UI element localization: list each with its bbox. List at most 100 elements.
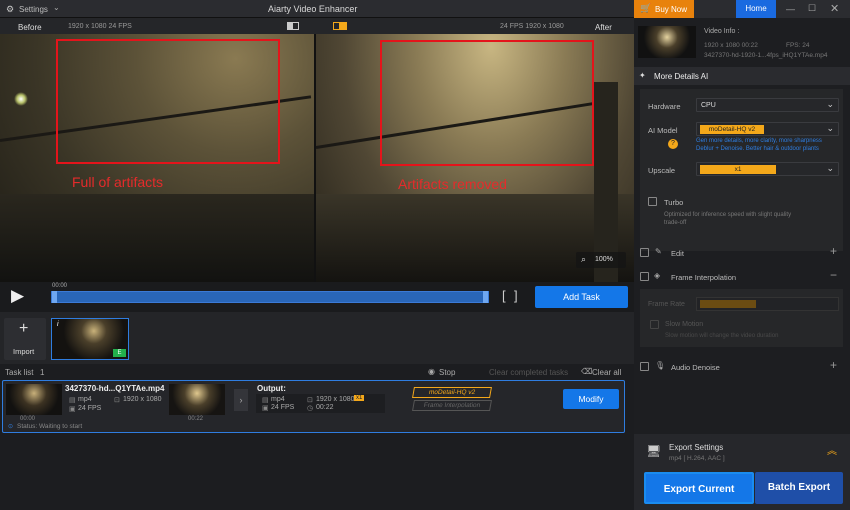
export-format: mp4 [ H.264, AAC ] xyxy=(669,455,725,462)
fps-icon: ▣ xyxy=(262,405,269,412)
output-duration: 00:22 xyxy=(316,404,334,411)
task-status: Status: Waiting to start xyxy=(17,423,83,430)
export-settings-icon[interactable]: 🖥 xyxy=(646,444,661,458)
audio-denoise-expand-icon[interactable]: + xyxy=(830,358,837,372)
ground xyxy=(0,194,314,282)
annotation-before: Full of artifacts xyxy=(72,174,164,190)
frame-interp-section: Frame Rate Slow Motion Slow motion will … xyxy=(640,289,843,347)
maximize-icon[interactable]: ☐ xyxy=(808,3,816,14)
chevron-down-icon[interactable]: ⌄ xyxy=(53,3,60,12)
gear-icon[interactable]: ⚙ xyxy=(6,4,14,15)
play-icon[interactable]: ▶ xyxy=(11,286,24,306)
before-info: 1920 x 1080 24 FPS xyxy=(68,23,132,30)
input-resolution: 1920 x 1080 xyxy=(123,396,162,403)
hardware-label: Hardware xyxy=(648,102,681,111)
edit-label: Edit xyxy=(671,249,684,258)
turbo-description: Optimized for inference speed with sligh… xyxy=(664,212,792,226)
frame-rate-select[interactable] xyxy=(696,297,839,311)
media-strip: + Import i E xyxy=(0,312,634,364)
buy-now-label: Buy Now xyxy=(655,5,688,14)
input-fps: 24 FPS xyxy=(78,405,102,412)
video-preview[interactable]: Full of artifacts Artifacts removed ⌕ 10… xyxy=(0,34,634,282)
trim-end-handle[interactable] xyxy=(483,291,488,303)
audio-denoise-checkbox[interactable] xyxy=(640,362,649,371)
settings-menu[interactable]: Settings xyxy=(19,5,48,14)
annotation-box-before xyxy=(56,39,280,164)
info-icon[interactable]: i xyxy=(57,321,59,328)
frame-interp-chip: Frame Interpolation xyxy=(412,400,492,411)
more-details-header[interactable]: ✦ More Details AI xyxy=(634,67,850,85)
minimize-icon[interactable]: — xyxy=(786,4,795,14)
status-icon: ⊙ xyxy=(8,424,14,430)
model-chip: moDetail-HQ v2 xyxy=(412,387,492,398)
chevron-down-icon: ⌄ xyxy=(826,123,834,133)
split-view-icon[interactable] xyxy=(287,22,299,30)
upscale-select[interactable]: x1 ⌄ xyxy=(696,162,839,176)
annotation-after: Artifacts removed xyxy=(398,176,507,192)
top-right-bar: 🛒 Buy Now Home — ☐ ✕ xyxy=(634,0,850,18)
stop-icon: ◉ xyxy=(428,367,435,376)
audio-denoise-label: Audio Denoise xyxy=(671,363,720,372)
batch-export-button[interactable]: Batch Export xyxy=(755,472,843,504)
help-icon[interactable]: ? xyxy=(668,139,678,149)
after-label: After xyxy=(595,23,612,32)
before-label: Before xyxy=(18,23,42,32)
turbo-checkbox[interactable] xyxy=(648,197,657,206)
modify-button[interactable]: Modify xyxy=(563,389,619,409)
turbo-label: Turbo xyxy=(664,198,684,207)
hardware-select[interactable]: CPU ⌄ xyxy=(696,98,839,112)
hardware-value: CPU xyxy=(701,102,716,109)
microphone-icon: 🎙 xyxy=(655,361,666,370)
after-info: 24 FPS 1920 x 1080 xyxy=(500,23,564,30)
zoom-control[interactable]: ⌕ 100% xyxy=(576,252,626,268)
side-by-side-icon[interactable] xyxy=(333,22,347,30)
slow-motion-checkbox[interactable] xyxy=(650,320,659,329)
trim-range[interactable] xyxy=(51,291,489,303)
trim-start-handle[interactable] xyxy=(52,291,57,303)
after-frame: Artifacts removed ⌕ 100% xyxy=(316,34,634,282)
video-info-label: Video Info : xyxy=(704,28,740,35)
output-thumbnail xyxy=(169,384,225,415)
mark-in-icon[interactable]: [ xyxy=(502,288,506,303)
resolution-icon: ⊡ xyxy=(307,397,313,404)
buy-now-button[interactable]: 🛒 Buy Now xyxy=(634,0,694,18)
more-details-label: More Details AI xyxy=(654,72,709,81)
output-resolution: 1920 x 1080 xyxy=(316,396,355,403)
light-glow xyxy=(14,92,28,106)
enhance-badge: E xyxy=(113,349,126,357)
frame-interp-collapse-icon[interactable]: − xyxy=(830,268,837,282)
frame-interp-checkbox[interactable] xyxy=(640,272,649,281)
export-settings-label[interactable]: Export Settings xyxy=(669,443,723,452)
upscale-value: x1 xyxy=(700,165,776,174)
clock-icon: ◷ xyxy=(307,405,314,412)
import-button[interactable]: + Import xyxy=(4,318,46,360)
ai-model-label: AI Model xyxy=(648,126,678,135)
input-format: mp4 xyxy=(78,396,92,403)
output-format: mp4 xyxy=(271,396,285,403)
stop-button[interactable]: Stop xyxy=(439,368,455,377)
sparkle-icon: ✦ xyxy=(639,71,646,80)
close-icon[interactable]: ✕ xyxy=(830,2,839,15)
ai-model-select[interactable]: moDetail-HQ v2 ⌄ xyxy=(696,122,839,136)
clear-all-button[interactable]: Clear all xyxy=(592,368,621,377)
export-current-button[interactable]: Export Current xyxy=(644,472,754,504)
home-button[interactable]: Home xyxy=(736,0,776,18)
chevron-up-icon[interactable]: ︽ xyxy=(827,442,837,457)
video-fps: FPS: 24 xyxy=(786,42,810,49)
output-fps: 24 FPS xyxy=(271,404,295,411)
export-area: 🖥 Export Settings mp4 [ H.264, AAC ] ︽ E… xyxy=(634,434,850,510)
task-item[interactable]: 00:00 3427370-hd...Q1YTAe.mp4 ▤ mp4 ⊡ 19… xyxy=(2,380,625,433)
output-scale-badge: x1 xyxy=(354,395,365,401)
edit-checkbox[interactable] xyxy=(640,248,649,257)
edit-expand-icon[interactable]: + xyxy=(830,244,837,258)
zoom-icon: ⌕ xyxy=(581,254,587,264)
add-task-button[interactable]: Add Task xyxy=(535,286,628,308)
mark-out-icon[interactable]: ] xyxy=(514,288,518,303)
frame-rate-value xyxy=(700,300,756,308)
chevron-down-icon: ⌄ xyxy=(826,163,834,173)
current-time: 00:00 xyxy=(52,283,68,289)
video-file-name: 3427370-hd-1920-1...4fps_iHQ1YTAe.mp4 xyxy=(704,52,828,59)
chevron-down-icon: ⌄ xyxy=(826,99,834,109)
clear-completed-button[interactable]: Clear completed tasks xyxy=(489,368,568,377)
media-thumbnail[interactable]: i E xyxy=(51,318,129,360)
